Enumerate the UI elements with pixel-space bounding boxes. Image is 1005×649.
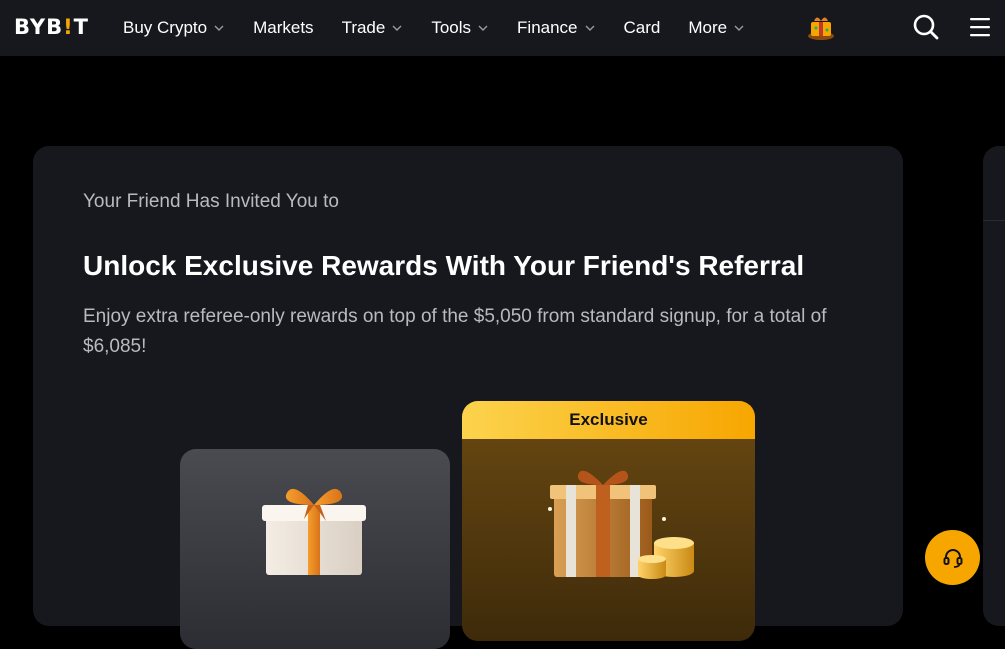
logo-text-left: BYB [14, 15, 64, 39]
support-chat-button[interactable] [925, 530, 980, 585]
nav-item-label: More [688, 18, 728, 37]
invite-text: Your Friend Has Invited You to [83, 191, 339, 212]
chevron-down-icon [392, 25, 402, 31]
nav-item-label: Finance [517, 18, 578, 37]
nav-item-label: Tools [431, 18, 472, 37]
nav-item-buy-crypto[interactable]: Buy Crypto [123, 18, 225, 38]
bybit-logo[interactable]: BYB! T [14, 15, 89, 39]
main-menu: Buy Crypto Markets Trade Tools Finance C… [123, 0, 773, 56]
nav-item-label: Buy Crypto [123, 18, 208, 37]
chevron-down-icon [478, 25, 488, 31]
logo-mark: ! [63, 15, 74, 39]
nav-item-markets[interactable]: Markets [253, 18, 313, 38]
next-card-peek [983, 146, 1005, 626]
nav-item-finance[interactable]: Finance [517, 18, 595, 38]
top-nav: BYB! T Buy Crypto Markets Trade Tools Fin… [0, 0, 1005, 56]
nav-item-trade[interactable]: Trade [342, 18, 404, 38]
logo-text-right: T [73, 15, 89, 39]
headset-icon [943, 548, 962, 568]
exclusive-reward-tile[interactable]: Exclusive [462, 401, 755, 641]
nav-item-more[interactable]: More [688, 18, 745, 38]
chevron-down-icon [214, 25, 224, 31]
chevron-down-icon [585, 25, 595, 31]
nav-item-card[interactable]: Card [624, 18, 661, 38]
referral-card: Your Friend Has Invited You to Unlock Ex… [33, 146, 903, 649]
nav-item-label: Markets [253, 18, 314, 37]
gift-box-icon [262, 488, 366, 575]
standard-reward-tile[interactable] [180, 449, 450, 649]
nav-item-label: Card [623, 18, 661, 37]
page-title: Unlock Exclusive Rewards With Your Frien… [83, 250, 805, 281]
search-icon[interactable] [912, 13, 940, 41]
exclusive-badge: Exclusive [462, 401, 755, 439]
chevron-down-icon [734, 25, 744, 31]
nav-item-tools[interactable]: Tools [431, 18, 489, 38]
reward-description: Enjoy extra referee-only rewards on top … [83, 306, 827, 357]
divider [983, 220, 1005, 221]
hamburger-menu-icon[interactable] [968, 15, 992, 39]
promo-gift-icon[interactable] [805, 12, 837, 42]
gift-box-with-coins-icon [548, 470, 694, 579]
nav-item-label: Trade [341, 18, 386, 37]
